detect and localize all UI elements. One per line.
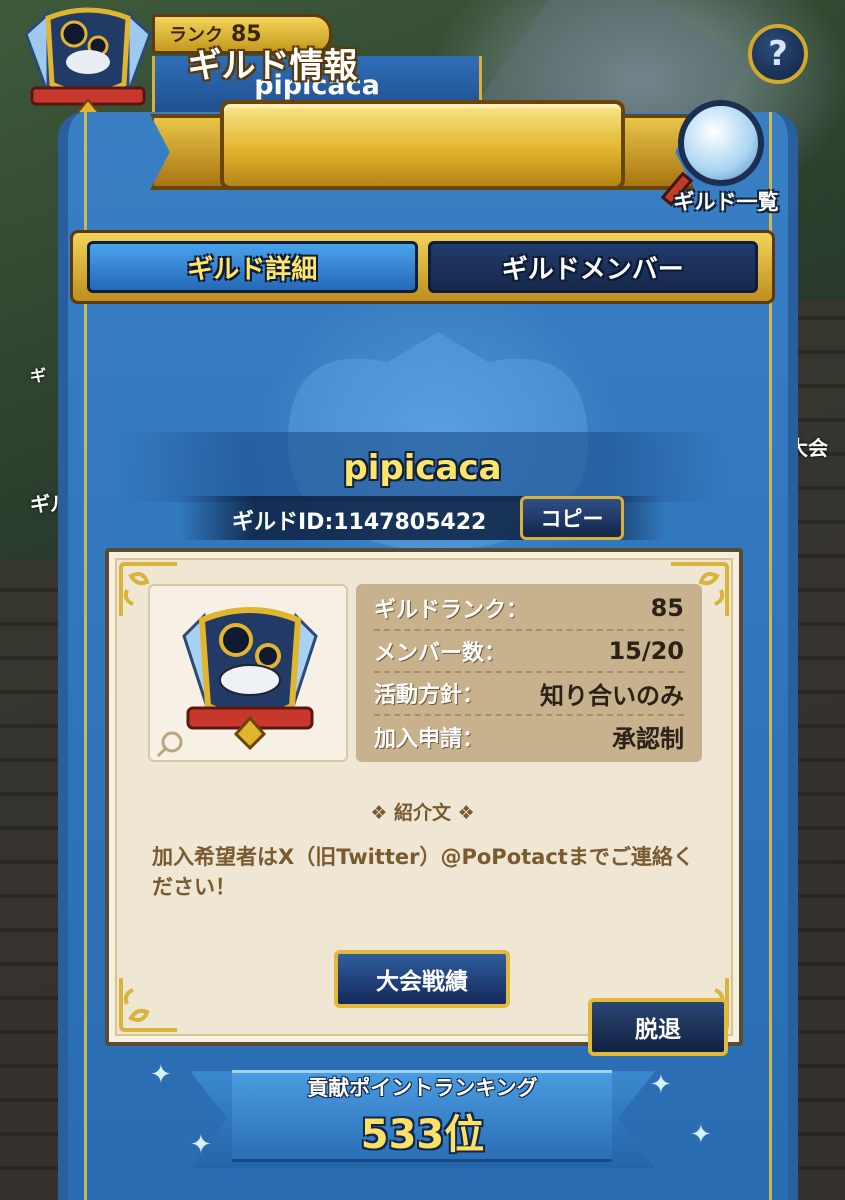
guild-list-label: ギルド一覧 xyxy=(673,190,779,214)
guild-list-button[interactable]: ギルド一覧 xyxy=(650,100,800,220)
sparkle-icon: ✦ xyxy=(650,1070,672,1100)
sparkle-icon: ✦ xyxy=(690,1120,712,1150)
banner-ribbon xyxy=(220,100,625,190)
title-banner xyxy=(150,90,695,206)
background-label: ギ xyxy=(30,366,47,385)
sparkle-icon: ✦ xyxy=(190,1130,212,1160)
stat-value: 15/20 xyxy=(608,636,684,665)
stat-value: 承認制 xyxy=(612,725,684,754)
stat-row-members: メンバー数： 15/20 xyxy=(374,631,684,673)
ranking-title: 貢献ポイントランキング xyxy=(307,1076,538,1100)
guild-emblem-icon xyxy=(156,607,318,758)
diamond-right-icon: ❖ xyxy=(451,802,475,824)
corner-ornament-icon xyxy=(117,974,187,1034)
guild-id: ギルドID:1147805422 xyxy=(232,510,487,535)
intro-text: 加入希望者はX（旧Twitter）@PoPotactまでご連絡ください！ xyxy=(152,845,694,899)
copy-button[interactable]: コピー xyxy=(520,496,624,540)
stat-label: ギルドランク： xyxy=(374,598,529,624)
tournament-record-button[interactable]: 大会戦績 xyxy=(334,950,510,1008)
magnifier-icon xyxy=(678,100,764,186)
tab-bar: ギルド詳細 ギルドメンバー xyxy=(70,230,775,304)
sparkle-icon: ✦ xyxy=(150,1060,172,1090)
stat-value: 85 xyxy=(650,594,684,623)
intro-heading: ❖ 紹介文 ❖ xyxy=(0,798,845,825)
question-icon: ? xyxy=(768,34,788,74)
page-title: ギルド情報 xyxy=(187,46,358,86)
tab-guild-members[interactable]: ギルドメンバー xyxy=(427,241,758,293)
guild-emblem[interactable] xyxy=(148,584,348,762)
tab-guild-details[interactable]: ギルド詳細 xyxy=(87,241,418,293)
help-button[interactable]: ? xyxy=(748,24,808,84)
stat-row-policy: 活動方針： 知り合いのみ xyxy=(374,673,684,716)
diamond-left-icon: ❖ xyxy=(370,802,394,824)
stat-label: 活動方針： xyxy=(374,683,485,709)
ranking-value: 533位 xyxy=(360,1112,485,1158)
guild-name: pipicaca xyxy=(343,448,502,488)
leave-guild-button[interactable]: 脱退 xyxy=(588,998,728,1056)
stat-label: 加入申請： xyxy=(374,726,485,752)
guild-stats: ギルドランク： 85 メンバー数： 15/20 活動方針： 知り合いのみ 加入申… xyxy=(356,584,702,762)
intro-heading-text: 紹介文 xyxy=(393,802,451,824)
stat-value: 知り合いのみ xyxy=(540,681,684,710)
stat-label: メンバー数： xyxy=(374,640,507,666)
stat-row-application: 加入申請： 承認制 xyxy=(374,716,684,759)
stat-row-rank: ギルドランク： 85 xyxy=(374,588,684,631)
